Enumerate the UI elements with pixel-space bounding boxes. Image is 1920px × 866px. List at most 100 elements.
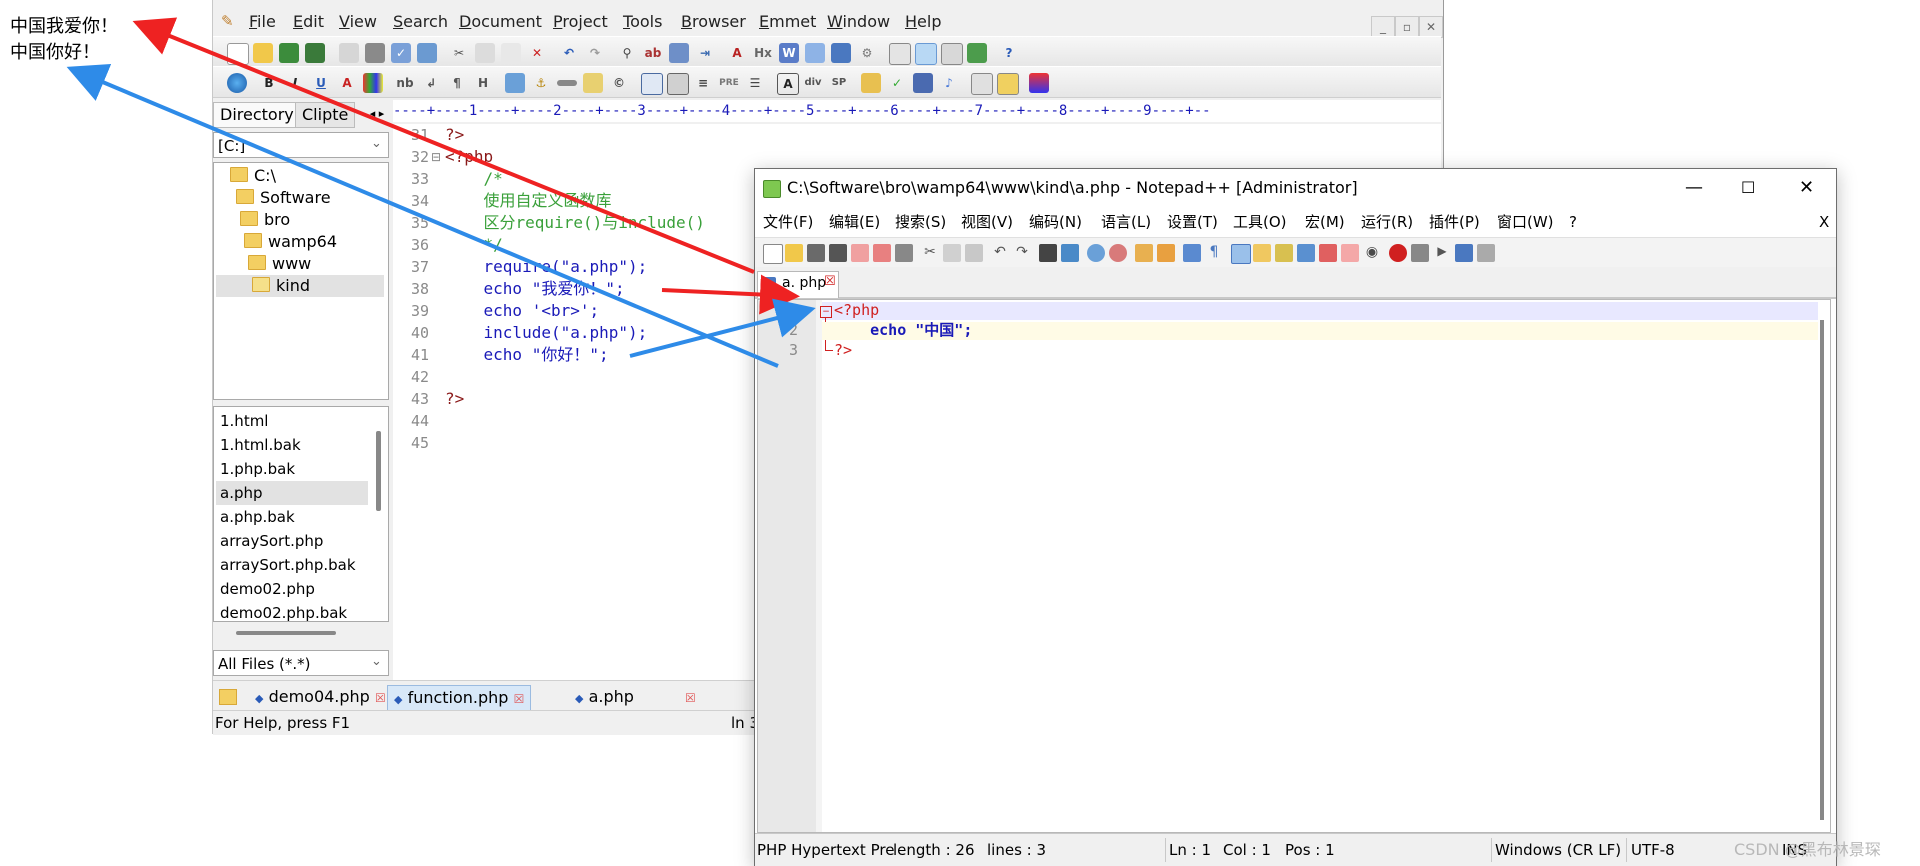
list-item[interactable]: 1.html — [220, 409, 370, 433]
horizontal-rule-icon[interactable] — [557, 80, 577, 86]
heading-icon[interactable]: Hx — [753, 43, 773, 63]
close-tab-icon[interactable]: ☒ — [514, 692, 525, 706]
list-item[interactable]: a.php.bak — [220, 505, 370, 529]
minimize-icon[interactable]: — — [1685, 169, 1703, 207]
frame-icon[interactable] — [971, 73, 993, 95]
paste-icon[interactable] — [965, 244, 983, 262]
menu-view[interactable]: View — [339, 12, 377, 31]
menu-emmet[interactable]: Emmet — [759, 12, 816, 31]
menu-window[interactable]: Window — [827, 12, 890, 31]
open-folder-icon[interactable] — [253, 43, 273, 63]
font-color-icon[interactable]: A — [337, 73, 357, 93]
undo-icon[interactable]: ↶ — [991, 244, 1009, 262]
print-icon[interactable] — [895, 244, 913, 262]
tab-a-php[interactable]: a. php ☒ — [757, 271, 839, 298]
code-editor[interactable]: 1 2 3 − <?php echo "中国"; ?> — [757, 299, 1831, 833]
list-item[interactable]: arraySort.php.bak — [220, 553, 370, 577]
menu-language[interactable]: 语言(L) — [1101, 207, 1151, 237]
menu-window[interactable]: 窗口(W) — [1497, 207, 1554, 237]
show-all-chars-icon[interactable]: ¶ — [1205, 244, 1223, 262]
copy-icon[interactable] — [475, 43, 495, 63]
menu-file[interactable]: File — [249, 12, 276, 31]
file-filter-select[interactable]: All Files (*.*) — [213, 650, 389, 676]
copy-icon[interactable] — [943, 244, 961, 262]
doc-map-icon[interactable] — [1275, 244, 1293, 262]
menu-edit[interactable]: 编辑(E) — [829, 207, 880, 237]
bold-icon[interactable]: B — [259, 73, 279, 93]
minimize-button[interactable]: _ — [1371, 16, 1395, 38]
menu-view[interactable]: 视图(V) — [961, 207, 1013, 237]
menu-search[interactable]: 搜索(S) — [895, 207, 946, 237]
indent-guide-icon[interactable] — [1231, 244, 1251, 264]
span-icon[interactable]: SP — [829, 73, 849, 93]
paragraph-icon[interactable]: ¶ — [447, 73, 467, 93]
list-icon[interactable]: ☰ — [745, 73, 765, 93]
tab-function[interactable]: ◆ function.php ☒ — [387, 685, 532, 711]
fold-marker-icon[interactable]: ⊟ — [431, 150, 441, 164]
chevron-down-icon[interactable]: ⌄ — [371, 654, 382, 669]
list-item[interactable]: demo02.php.bak — [220, 601, 370, 625]
vertical-scrollbar[interactable] — [376, 431, 381, 511]
menu-document[interactable]: Document — [459, 12, 542, 31]
undo-icon[interactable]: ↶ — [559, 43, 579, 63]
new-file-icon[interactable] — [227, 43, 249, 65]
cut-icon[interactable]: ✂ — [449, 43, 469, 63]
goto-icon[interactable]: ⇥ — [695, 43, 715, 63]
paste-icon[interactable] — [501, 43, 521, 63]
save-all-icon[interactable] — [305, 43, 325, 63]
anchor-icon[interactable]: ⚓ — [531, 73, 551, 93]
tab-cliptext[interactable]: Clipte — [295, 102, 356, 128]
maximize-icon[interactable]: ☐ — [1741, 169, 1755, 207]
menu-macro[interactable]: 宏(M) — [1305, 207, 1345, 237]
wordwrap-icon[interactable]: W — [779, 43, 799, 63]
menu-browser[interactable]: Browser — [681, 12, 746, 31]
zoom-out-icon[interactable] — [1109, 244, 1127, 262]
list-item[interactable]: demo02.php — [220, 577, 370, 601]
horizontal-scrollbar[interactable] — [236, 631, 336, 635]
panel-scroll-arrows[interactable]: ◂ ▸ — [367, 104, 387, 124]
redo-icon[interactable]: ↷ — [585, 43, 605, 63]
menu-help[interactable]: ? — [1569, 207, 1577, 237]
form-icon[interactable] — [667, 73, 689, 95]
spellcheck-icon[interactable]: ✓ — [391, 43, 411, 63]
music-icon[interactable]: ♪ — [939, 73, 959, 93]
play-macro-icon[interactable]: ▶ — [1433, 244, 1451, 262]
sync-horizontal-icon[interactable] — [1157, 244, 1175, 262]
find-icon[interactable]: ⚲ — [617, 43, 637, 63]
menu-project[interactable]: Project — [553, 12, 608, 31]
record-macro-icon[interactable] — [1389, 244, 1407, 262]
folder-as-workspace-icon[interactable] — [1319, 244, 1337, 262]
save-icon[interactable] — [807, 244, 825, 262]
sync-vertical-icon[interactable] — [1135, 244, 1153, 262]
menu-file[interactable]: 文件(F) — [763, 207, 813, 237]
restore-button[interactable]: ▫ — [1395, 16, 1419, 38]
replace-icon[interactable] — [1061, 244, 1079, 262]
close-tab-icon[interactable]: ☒ — [685, 691, 696, 705]
validate-icon[interactable]: ✓ — [887, 73, 907, 93]
heading-insert-icon[interactable]: H — [473, 73, 493, 93]
menu-settings[interactable]: 设置(T) — [1167, 207, 1218, 237]
color-picker-icon[interactable] — [1029, 73, 1049, 93]
indent-icon[interactable] — [805, 43, 825, 63]
function-list-icon[interactable] — [1297, 244, 1315, 262]
italic-icon[interactable]: I — [285, 73, 305, 93]
list-item[interactable]: arraySort.php — [220, 529, 370, 553]
save-macro-icon[interactable] — [1477, 244, 1495, 262]
copyright-icon[interactable]: © — [609, 73, 629, 93]
zoom-in-icon[interactable] — [1087, 244, 1105, 262]
panel-toggle-icon[interactable] — [889, 43, 911, 65]
menu-edit[interactable]: Edit — [293, 12, 324, 31]
browser-preview-icon[interactable] — [967, 43, 987, 63]
font-insert-icon[interactable]: A — [777, 73, 799, 95]
close-button[interactable]: ✕ — [1419, 16, 1443, 38]
vertical-scrollbar[interactable] — [1820, 320, 1824, 820]
list-item[interactable]: 1.html.bak — [220, 433, 370, 457]
film-icon[interactable] — [913, 73, 933, 93]
menu-run[interactable]: 运行(R) — [1361, 207, 1413, 237]
replace-icon[interactable]: ab — [643, 43, 663, 63]
save-icon[interactable] — [279, 43, 299, 63]
drive-select[interactable]: [C:] — [213, 132, 389, 158]
user-defined-lang-icon[interactable] — [1253, 244, 1271, 262]
list-item-selected[interactable]: a.php — [216, 481, 368, 505]
div-icon[interactable]: div — [803, 73, 823, 93]
